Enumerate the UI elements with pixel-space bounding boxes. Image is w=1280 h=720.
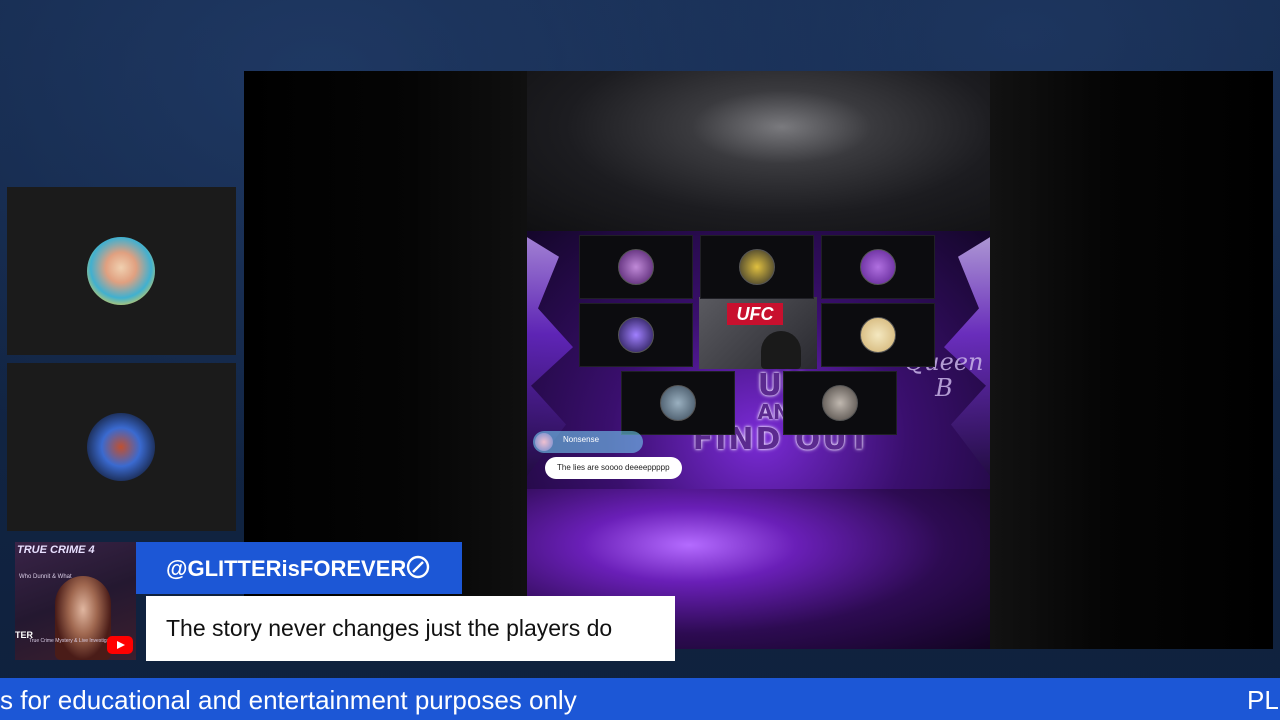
chat-popup-username: Nonsense	[563, 435, 600, 444]
guest-avatar	[739, 249, 775, 285]
guest-avatar	[618, 317, 654, 353]
guest-tile	[783, 371, 897, 435]
side-cam-2	[7, 363, 236, 531]
commenter-username: @GLITTERisFOREVER	[166, 556, 407, 581]
comment-message-plate: The story never changes just the players…	[146, 596, 675, 661]
guest-tile	[821, 235, 935, 299]
guest-tile	[700, 235, 814, 299]
guest-tile	[579, 235, 693, 299]
chat-popup: Nonsense The lies are soooo deeeeppppp	[533, 431, 733, 483]
guest-tile	[621, 371, 735, 435]
youtube-icon	[107, 636, 133, 654]
ticker-text: s for educational and entertainment purp…	[0, 685, 577, 715]
guest-avatar	[660, 385, 696, 421]
side-cam-1	[7, 187, 236, 355]
thumbnail-subtitle: Who Dunnit & What	[19, 574, 72, 580]
center-host-cam: UFC	[699, 297, 817, 369]
ticker-next-text: PL	[1247, 685, 1279, 715]
portrait-video: Queen B UFC UU AND FIND OUT Nonsense The…	[527, 71, 990, 649]
guest-avatar	[618, 249, 654, 285]
thumbnail-title: TRUE CRIME 4	[17, 544, 95, 556]
ufc-logo: UFC	[727, 303, 783, 325]
host-silhouette	[761, 331, 801, 369]
comment-message: The story never changes just the players…	[166, 615, 613, 641]
guest-tile	[821, 303, 935, 367]
show-thumbnail: TRUE CRIME 4 Who Dunnit & What TER True …	[15, 542, 136, 660]
stage-right-panel	[990, 71, 1273, 649]
guest-avatar	[860, 249, 896, 285]
chat-popup-message: The lies are soooo deeeeppppp	[545, 457, 682, 479]
commenter-name-plate: @GLITTERisFOREVER	[136, 542, 462, 594]
chat-popup-avatar	[535, 433, 553, 451]
host-portrait	[55, 576, 111, 660]
chat-popup-header: Nonsense	[533, 431, 643, 453]
participant-avatar	[87, 237, 155, 305]
participant-avatar	[87, 413, 155, 481]
verified-badge-icon	[406, 555, 430, 579]
guest-avatar	[860, 317, 896, 353]
video-top-texture	[527, 71, 990, 231]
guest-avatar	[822, 385, 858, 421]
news-ticker: s for educational and entertainment purp…	[0, 678, 1280, 720]
guest-tile	[579, 303, 693, 367]
inner-stream-frame: Queen B UFC UU AND FIND OUT Nonsense The…	[527, 231, 990, 489]
